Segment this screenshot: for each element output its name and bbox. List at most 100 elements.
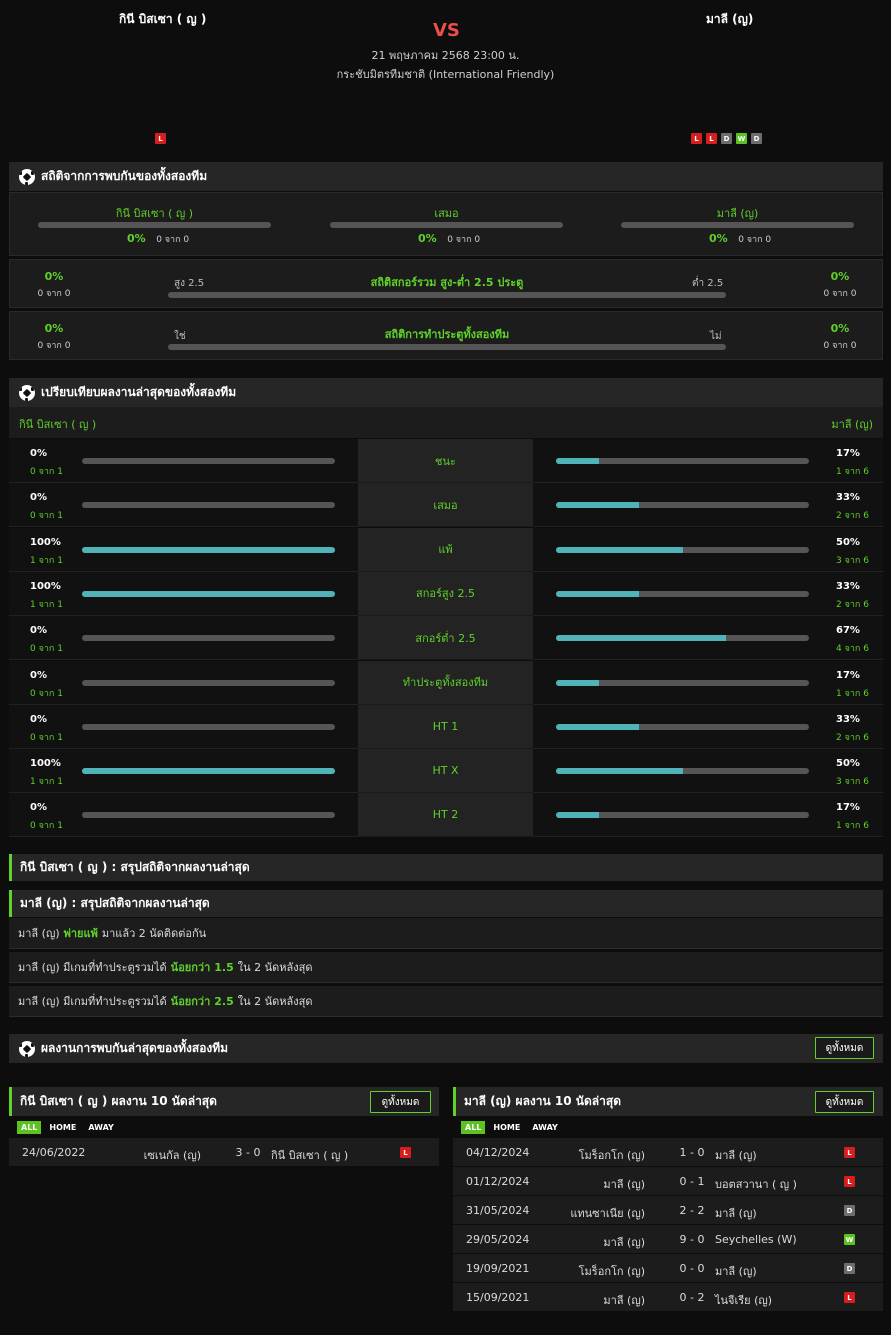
h2h-home-count: 0 จาก 0 [156,235,190,245]
match-home-team[interactable]: โมร็อกโก (ญ) [579,1146,645,1164]
match-away-team[interactable]: มาลี (ญ) [715,1204,757,1222]
compare-home-cell: 0% 0 จาก 1 [9,616,358,661]
compare-away-pct: 17% [836,669,860,681]
result-badge: L [844,1292,855,1303]
compare-home-cell: 0% 0 จาก 1 [9,483,358,528]
compare-home-count: 0 จาก 1 [30,467,63,477]
compare-home-pct: 100% [30,758,61,770]
compare-home-bar [82,679,335,686]
compare-home-count: 1 จาก 1 [30,599,63,610]
compare-home-count: 1 จาก 1 [30,777,63,788]
compare-label: HT 2 [358,793,533,838]
h2h-home-pct: 0% [127,232,146,245]
tab-away[interactable]: AWAY [528,1121,562,1134]
compare-home-bar-fill [82,768,335,775]
compare-label: เสมอ [358,483,533,528]
home-last10-tabs: ALL HOME AWAY [9,1116,439,1138]
match-row[interactable]: 24/06/2022 เซเนกัล (ญ) 3 - 0 กินี บิสเซา ( … [9,1138,439,1167]
away-last10-title: มาลี (ญ) ผลงาน 10 นัดล่าสุด [464,1094,621,1108]
match-away-team[interactable]: กินี บิสเซา ( ญ ) [271,1146,348,1164]
compare-away-count: 2 จาก 6 [836,732,869,743]
summary-text: ใน 2 นัดหลังสุด [237,961,313,974]
compare-row: 100% 1 จาก 1 แพ้ 50% 3 จาก 6 [9,527,883,572]
summary-text: มาแล้ว 2 นัดติดต่อกัน [101,927,207,940]
compare-home-pct: 0% [30,713,47,725]
home-last10-view-all-button[interactable]: ดูทั้งหมด [370,1091,431,1113]
home-last10-title: กินี บิสเซา ( ญ ) ผลงาน 10 นัดล่าสุด [20,1094,217,1108]
compare-away-team[interactable]: มาลี (ญ) [831,415,873,433]
home-team-name[interactable]: กินี บิสเซา ( ญ ) [119,10,206,29]
h2h-away-pct: 0% [709,232,728,245]
tab-home[interactable]: HOME [45,1121,80,1134]
h2h-section-header: สถิติจากการพบกันของทั้งสองทีม [9,162,883,191]
home-last10-matches: 24/06/2022 เซเนกัล (ญ) 3 - 0 กินี บิสเซา ( … [9,1138,439,1167]
form-badge: L [155,133,166,144]
tab-all[interactable]: ALL [461,1120,486,1134]
compare-away-cell: 17% 1 จาก 6 [533,660,883,705]
over-under-box: 0% 0 จาก 0 สูง 2.5 สถิติสกอร์รวม สูง-ต่ำ… [9,259,883,308]
tab-home[interactable]: HOME [489,1121,524,1134]
form-badge: L [691,133,702,144]
h2h-away-count: 0 จาก 0 [738,235,772,245]
match-row[interactable]: 31/05/2024 แทนซาเนีย (ญ) 2 - 2 มาลี (ญ) D [453,1196,883,1225]
match-home-team[interactable]: มาลี (ญ) [603,1233,645,1251]
btts-no-label: ไม่ [710,331,722,342]
compare-row: 100% 1 จาก 1 HT X 50% 3 จาก 6 [9,749,883,794]
summary-text: มาลี (ญ) มีเกมที่ทำประตูรวมได้ [18,995,167,1008]
compare-row: 0% 0 จาก 1 HT 1 33% 2 จาก 6 [9,704,883,749]
h2h-away-label: มาลี (ญ) [716,207,759,220]
compare-home-team[interactable]: กินี บิสเซา ( ญ ) [19,415,96,433]
match-away-team[interactable]: บอตสวานา ( ญ ) [715,1175,797,1193]
compare-away-bar [556,635,809,642]
away-last10-view-all-button[interactable]: ดูทั้งหมด [815,1091,874,1113]
compare-label: HT 1 [358,704,533,749]
compare-home-cell: 100% 1 จาก 1 [9,527,358,572]
compare-away-pct: 17% [836,448,860,459]
away-team-name[interactable]: มาลี (ญ) [706,10,753,29]
match-row[interactable]: 01/12/2024 มาลี (ญ) 0 - 1 บอตสวานา ( ญ ) L [453,1167,883,1196]
match-score: 0 - 0 [679,1262,705,1275]
match-row[interactable]: 04/12/2024 โมร็อกโก (ญ) 1 - 0 มาลี (ญ) L [453,1138,883,1167]
compare-home-count: 0 จาก 1 [30,732,63,743]
match-away-team[interactable]: ไนจีเรีย (ญ) [715,1291,772,1309]
tab-all[interactable]: ALL [17,1120,42,1134]
compare-away-bar-fill [556,546,683,553]
compare-home-bar [82,502,335,509]
match-home-team[interactable]: แทนซาเนีย (ญ) [570,1204,645,1222]
compare-away-bar [556,458,809,464]
compare-away-bar [556,546,809,553]
match-away-team[interactable]: Seychelles (W) [715,1233,797,1246]
h2h-draw-bar [330,222,563,228]
match-row[interactable]: 15/09/2021 มาลี (ญ) 0 - 2 ไนจีเรีย (ญ) L [453,1283,883,1312]
compare-away-bar-fill [556,723,640,730]
match-row[interactable]: 29/05/2024 มาลี (ญ) 9 - 0 Seychelles (W) W [453,1225,883,1254]
match-home-team[interactable]: เซเนกัล (ญ) [144,1146,201,1164]
compare-home-pct: 0% [30,669,47,681]
match-home-team[interactable]: มาลี (ญ) [603,1291,645,1309]
compare-label: สกอร์ต่ำ 2.5 [358,616,533,661]
home-summary-title: กินี บิสเซา ( ญ ) : สรุปสถิติจากผลงานล่า… [20,860,250,874]
tab-away[interactable]: AWAY [84,1121,118,1134]
compare-home-bar-fill [82,546,335,553]
match-away-team[interactable]: มาลี (ญ) [715,1146,757,1164]
football-icon [19,384,35,401]
btts-bar [168,344,726,350]
compare-home-bar [82,546,335,553]
summary-text: ใน 2 นัดหลังสุด [237,995,313,1008]
btts-title: สถิติการทำประตูทั้งสองทีม [384,328,510,341]
compare-label: HT X [358,749,533,794]
match-score: 9 - 0 [679,1233,705,1246]
form-badge: D [751,133,762,144]
compare-away-bar-fill [556,635,726,642]
match-away-team[interactable]: มาลี (ญ) [715,1262,757,1280]
recent-h2h-view-all-button[interactable]: ดูทั้งหมด [815,1037,874,1059]
under-count: 0 จาก 0 [823,289,857,299]
away-last10-matches: 04/12/2024 โมร็อกโก (ญ) 1 - 0 มาลี (ญ) L 01/1… [453,1138,883,1312]
compare-home-count: 0 จาก 1 [30,821,63,832]
match-row[interactable]: 19/09/2021 โมร็อกโก (ญ) 0 - 0 มาลี (ญ) D [453,1254,883,1283]
compare-label: สกอร์สูง 2.5 [358,571,533,616]
match-home-team[interactable]: มาลี (ญ) [603,1175,645,1193]
match-home-team[interactable]: โมร็อกโก (ญ) [579,1262,645,1280]
compare-away-bar [556,590,809,597]
h2h-draw-pct: 0% [418,232,437,245]
